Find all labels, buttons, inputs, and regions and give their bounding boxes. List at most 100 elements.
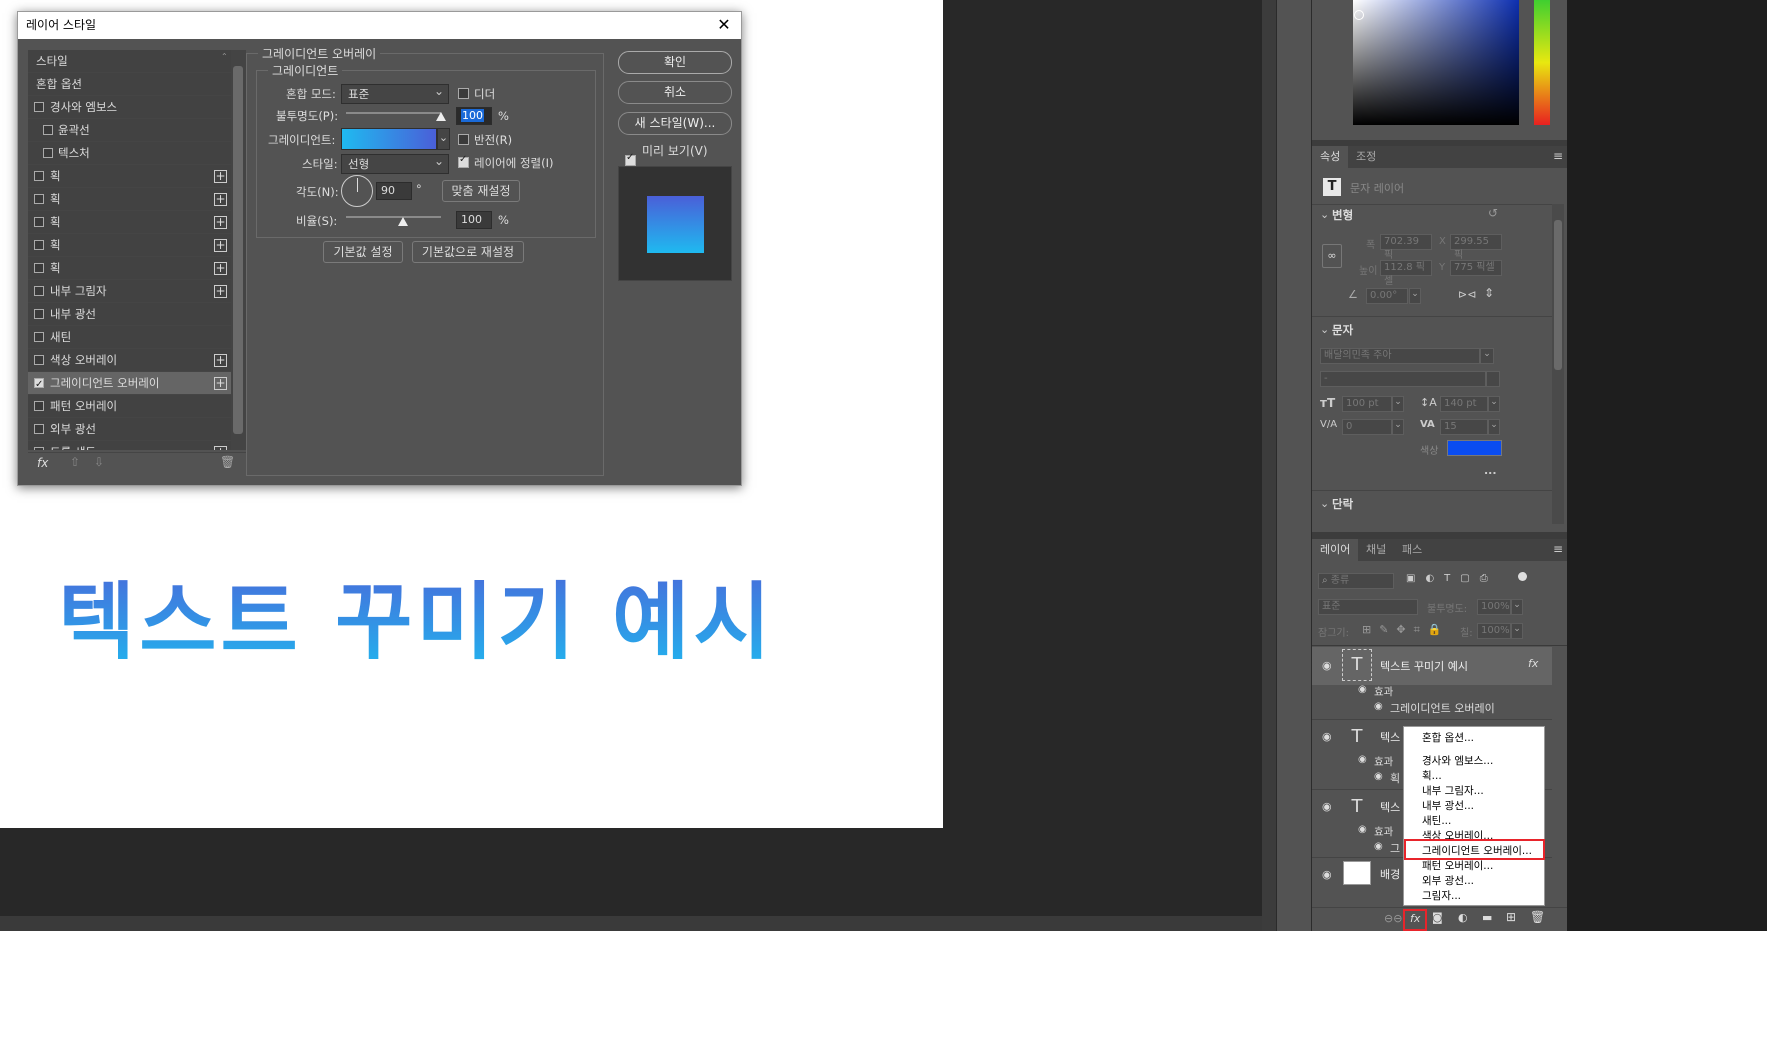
layer-filter-icons[interactable]: ▣◐T▢⎙ (1406, 573, 1498, 584)
add-instance-icon[interactable]: + (214, 377, 227, 390)
layer-opacity-field[interactable]: 100% (1477, 599, 1511, 615)
style-checkbox[interactable] (43, 125, 53, 135)
close-icon[interactable]: ✕ (713, 15, 735, 35)
add-instance-icon[interactable]: + (214, 354, 227, 367)
move-up-icon[interactable]: ⇧ (70, 455, 80, 469)
move-down-icon[interactable]: ⇩ (94, 455, 104, 469)
style-checkbox[interactable] (34, 447, 44, 450)
reset-alignment-button[interactable]: 맞춤 재설정 (442, 180, 520, 202)
style-list-item[interactable]: 외부 광선 (28, 418, 231, 441)
reset-transform-icon[interactable]: ↺ (1488, 206, 1498, 220)
style-checkbox[interactable] (34, 401, 44, 411)
style-checkbox[interactable] (34, 332, 44, 342)
chevron-down-icon[interactable]: ⌄ (437, 128, 450, 150)
font-size-field[interactable]: 100 pt (1342, 396, 1392, 412)
eye-icon[interactable]: ◉ (1374, 841, 1383, 852)
reset-to-default-button[interactable]: 기본값으로 재설정 (412, 241, 524, 263)
reverse-checkbox[interactable] (458, 134, 469, 145)
menu-item-bevel-emboss[interactable]: 경사와 엠보스... (1422, 753, 1493, 768)
tab-adjustments[interactable]: 조정 (1348, 146, 1384, 168)
flip-horizontal-icon[interactable]: ⊳⊲ (1458, 288, 1476, 301)
chevron-down-icon[interactable]: ⌄ (1392, 419, 1404, 435)
rotation-field[interactable]: 0.00° (1366, 288, 1408, 304)
tab-paths[interactable]: 패스 (1394, 539, 1430, 561)
menu-item-blending-options[interactable]: 혼합 옵션... (1422, 730, 1474, 745)
width-field[interactable]: 702.39 픽 (1380, 234, 1432, 261)
scale-input[interactable]: 100 (456, 211, 492, 229)
align-with-layer-checkbox[interactable] (458, 154, 469, 168)
add-instance-icon[interactable]: + (214, 239, 227, 252)
chevron-down-icon[interactable]: ⌄ (1511, 599, 1523, 615)
style-checkbox[interactable] (34, 424, 44, 434)
y-field[interactable]: 775 픽셀 (1450, 260, 1502, 276)
more-options-icon[interactable]: ... (1484, 464, 1497, 477)
text-color-swatch[interactable] (1447, 440, 1502, 456)
make-default-button[interactable]: 기본값 설정 (323, 241, 403, 263)
opacity-slider-thumb[interactable] (436, 112, 446, 121)
folder-icon[interactable]: ▬ (1482, 911, 1492, 924)
eye-icon[interactable]: ◉ (1358, 754, 1367, 765)
menu-item-inner-shadow[interactable]: 내부 그림자... (1422, 783, 1484, 798)
eye-icon[interactable]: ◉ (1322, 868, 1332, 881)
layer-filter-select[interactable]: ⌕ 종류 (1318, 573, 1394, 589)
x-field[interactable]: 299.55 픽 (1450, 234, 1502, 261)
style-list-item[interactable]: 경사와 엠보스 (28, 96, 231, 119)
menu-item-inner-glow[interactable]: 내부 광선... (1422, 798, 1474, 813)
style-checkbox[interactable] (34, 171, 44, 181)
scale-slider-track[interactable] (346, 216, 441, 218)
blend-mode-select[interactable]: 표준 (341, 82, 449, 104)
chevron-down-icon[interactable]: ⌄ (1488, 396, 1500, 412)
mask-icon[interactable]: ◙ (1432, 911, 1443, 924)
style-list-item[interactable]: 획 + (28, 211, 231, 234)
scale-slider-thumb[interactable] (398, 217, 408, 226)
hue-slider[interactable] (1534, 0, 1550, 125)
style-checkbox[interactable] (34, 309, 44, 319)
style-list-item[interactable]: 드롭 섀도 + (28, 441, 231, 450)
panel-menu-icon[interactable]: ≡ (1553, 149, 1563, 163)
chevron-down-icon[interactable]: ⌄ (1320, 497, 1329, 510)
style-list-item[interactable]: 획 + (28, 234, 231, 257)
canvas-text-layer[interactable]: 텍스트 꾸미기 예시 (58, 555, 775, 676)
color-field[interactable] (1353, 0, 1519, 125)
style-list-item[interactable]: 내부 그림자 + (28, 280, 231, 303)
panel-menu-icon[interactable]: ≡ (1553, 542, 1563, 556)
fill-field[interactable]: 100% (1477, 623, 1511, 639)
chevron-down-icon[interactable]: ⌄ (1511, 623, 1523, 639)
layer-name[interactable]: 텍스트 꾸미기 예시 (1380, 658, 1468, 674)
link-layers-icon[interactable]: ⊖⊖ (1384, 912, 1402, 925)
height-field[interactable]: 112.8 픽셀 (1380, 260, 1432, 287)
add-instance-icon[interactable]: + (214, 170, 227, 183)
effect-name[interactable]: 그레이디언트 오버레이 (1390, 700, 1495, 716)
style-checkbox[interactable] (34, 286, 44, 296)
eye-icon[interactable]: ◉ (1374, 701, 1383, 712)
angle-input[interactable]: 90 (376, 182, 412, 200)
add-instance-icon[interactable]: + (214, 262, 227, 275)
color-picker-cursor[interactable] (1354, 10, 1364, 20)
leading-field[interactable]: 140 pt (1440, 396, 1488, 412)
lock-icons[interactable]: ⊞✎✥⌗🔒 (1362, 623, 1450, 637)
style-list-item[interactable]: 텍스처 (28, 142, 231, 165)
style-list-item[interactable]: 혼합 옵션 (28, 73, 231, 96)
style-checkbox[interactable] (43, 148, 53, 158)
menu-item-stroke[interactable]: 획... (1422, 768, 1442, 783)
style-checkbox[interactable] (34, 102, 44, 112)
opacity-input[interactable]: 100 (456, 107, 492, 125)
tracking-field[interactable]: 15 (1440, 419, 1488, 435)
eye-icon[interactable]: ◉ (1374, 771, 1383, 782)
font-family-select[interactable]: 배달의민족 주아 (1320, 348, 1480, 364)
scroll-thumb[interactable] (233, 66, 243, 434)
style-checkbox[interactable] (34, 217, 44, 227)
chevron-down-icon[interactable]: ⌄ (1409, 288, 1421, 304)
layer-name[interactable]: 텍스 (1380, 729, 1400, 745)
properties-scrollbar[interactable] (1552, 204, 1564, 524)
style-checkbox[interactable] (34, 194, 44, 204)
dither-checkbox[interactable] (458, 88, 469, 99)
style-list-item[interactable]: 새틴 (28, 326, 231, 349)
chevron-down-icon[interactable] (1486, 371, 1500, 387)
chevron-down-icon[interactable]: ⌄ (1320, 323, 1329, 336)
style-list-item[interactable]: 획 + (28, 188, 231, 211)
layer-name[interactable]: 텍스 (1380, 799, 1400, 815)
add-instance-icon[interactable]: + (214, 193, 227, 206)
style-list-item[interactable]: 그레이디언트 오버레이 + (28, 372, 231, 396)
layer-name[interactable]: 배경 (1380, 866, 1400, 882)
